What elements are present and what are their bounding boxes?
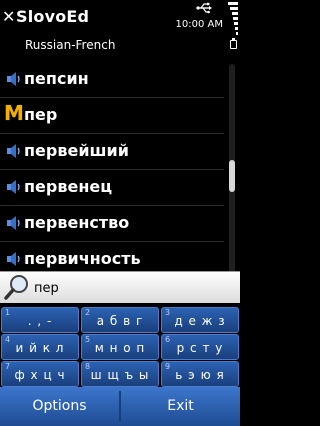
speaker-icon[interactable] bbox=[6, 143, 22, 159]
key-chars: р с т у bbox=[176, 341, 224, 355]
word-label: первичность bbox=[24, 249, 141, 268]
app-title: SlovoEd bbox=[16, 7, 90, 26]
word-list: пепсин M пер первейший первенец первенст… bbox=[0, 62, 224, 276]
word-label: первенство bbox=[24, 213, 130, 232]
options-softkey[interactable]: Options bbox=[0, 387, 119, 426]
usb-icon bbox=[196, 2, 212, 14]
exit-softkey[interactable]: Exit bbox=[121, 387, 240, 426]
list-item[interactable]: первейший bbox=[0, 134, 224, 170]
search-icon bbox=[4, 275, 28, 300]
speaker-icon[interactable] bbox=[6, 215, 22, 231]
key-9[interactable]: 9 ь э ю я bbox=[161, 361, 239, 387]
key-8[interactable]: 8 ш щ ъ ы bbox=[81, 361, 159, 387]
key-chars: ф х ц ч bbox=[14, 368, 66, 382]
key-2[interactable]: 2 а б в г bbox=[81, 307, 159, 333]
status-bar: ✕ SlovoEd 10:00 AM bbox=[0, 0, 240, 38]
key-3[interactable]: 3 д е ж з bbox=[161, 307, 239, 333]
speaker-icon[interactable] bbox=[6, 179, 22, 195]
m-icon: M bbox=[4, 101, 24, 125]
softkey-bar: Options Exit bbox=[0, 387, 240, 426]
search-input[interactable] bbox=[34, 277, 234, 299]
word-label: первенец bbox=[24, 177, 113, 196]
key-chars: а б в г bbox=[96, 314, 144, 328]
key-chars: ш щ ъ ы bbox=[90, 368, 150, 382]
list-item[interactable]: пепсин bbox=[0, 62, 224, 98]
key-chars: ь э ю я bbox=[175, 368, 225, 382]
key-4[interactable]: 4 и й к л bbox=[1, 334, 79, 360]
speaker-icon[interactable] bbox=[6, 251, 22, 267]
signal-strength-icon bbox=[228, 2, 238, 35]
word-label: пепсин bbox=[24, 69, 89, 88]
close-icon[interactable]: ✕ bbox=[2, 8, 15, 26]
word-label: первейший bbox=[24, 141, 129, 160]
keypad: 1 . , - 2 а б в г 3 д е ж з 4 и й к л 5 … bbox=[0, 305, 240, 387]
battery-icon bbox=[230, 38, 237, 49]
word-label: пер bbox=[24, 105, 58, 124]
key-5[interactable]: 5 м н о п bbox=[81, 334, 159, 360]
list-item[interactable]: M пер bbox=[0, 98, 224, 134]
dictionary-name: Russian-French bbox=[25, 38, 116, 52]
key-1[interactable]: 1 . , - bbox=[1, 307, 79, 333]
key-chars: м н о п bbox=[94, 341, 146, 355]
search-bar[interactable] bbox=[0, 271, 240, 303]
key-chars: д е ж з bbox=[174, 314, 226, 328]
list-item[interactable]: первенство bbox=[0, 206, 224, 242]
list-item[interactable]: первенец bbox=[0, 170, 224, 206]
key-chars: . , - bbox=[27, 314, 53, 328]
speaker-icon[interactable] bbox=[6, 71, 22, 87]
clock: 10:00 AM bbox=[175, 19, 223, 30]
scrollbar-thumb[interactable] bbox=[229, 160, 235, 192]
key-7[interactable]: 7 ф х ц ч bbox=[1, 361, 79, 387]
key-6[interactable]: 6 р с т у bbox=[161, 334, 239, 360]
key-chars: и й к л bbox=[15, 341, 65, 355]
